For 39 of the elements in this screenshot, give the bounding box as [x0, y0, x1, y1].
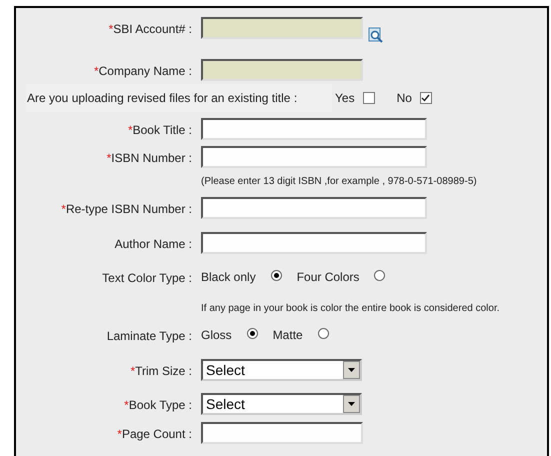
option-label: Four Colors: [296, 269, 360, 286]
text-field[interactable]: [201, 118, 427, 140]
radio-button[interactable]: [270, 270, 282, 281]
checkbox[interactable]: [420, 92, 432, 104]
radio-button[interactable]: [374, 270, 386, 281]
field-label: Laminate Type :: [106, 329, 192, 343]
hint-text: (Please enter 13 digit ISBN ,for example , 978-0-571-08989-5): [201, 176, 477, 187]
field-label: *Book Type :: [124, 398, 192, 412]
search-icon[interactable]: [368, 27, 384, 43]
text-field[interactable]: [201, 197, 427, 219]
option-label: No: [396, 90, 412, 107]
field-label: *ISBN Number :: [106, 151, 192, 165]
dropdown[interactable]: Select: [201, 359, 362, 381]
option-label: Black only: [201, 269, 256, 286]
caret-icon: [348, 402, 355, 406]
field-label: Author Name :: [114, 237, 192, 251]
text-field[interactable]: [201, 146, 427, 168]
caret-icon: [348, 368, 355, 372]
radio-button[interactable]: [318, 328, 329, 339]
dropdown[interactable]: Select: [201, 393, 362, 415]
field-label: Text Color Type :: [102, 271, 192, 285]
option-label: Gloss: [201, 327, 232, 344]
option-label: Yes: [335, 90, 355, 107]
field-label: *Trim Size :: [130, 364, 192, 378]
check-icon: [421, 94, 430, 102]
field-label: *SBI Account# :: [108, 22, 192, 36]
text-field[interactable]: [201, 59, 363, 81]
hint-text: If any page in your book is color the entire book is considered color.: [201, 303, 500, 314]
field-label: *Re-type ISBN Number :: [61, 202, 192, 216]
text-field[interactable]: [201, 422, 363, 444]
radio-button[interactable]: [246, 328, 258, 339]
field-label: *Company Name :: [94, 64, 192, 78]
text-field[interactable]: [201, 17, 363, 39]
option-label: Matte: [272, 327, 303, 344]
checkbox[interactable]: [362, 92, 375, 104]
field-label: *Page Count :: [117, 427, 192, 441]
text-field[interactable]: [201, 232, 427, 254]
field-label: *Book Title :: [128, 123, 192, 137]
question-text: Are you uploading revised files for an existing title :: [27, 91, 298, 105]
